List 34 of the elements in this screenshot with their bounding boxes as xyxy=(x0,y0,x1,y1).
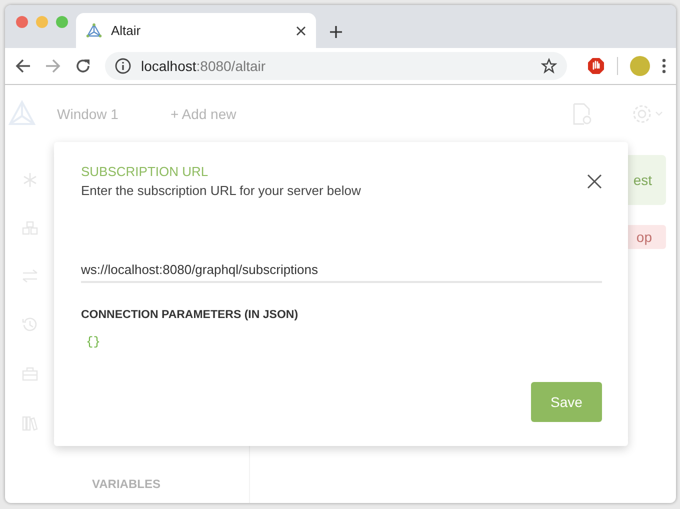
swap-arrows-icon[interactable] xyxy=(22,269,38,283)
close-icon[interactable] xyxy=(296,26,306,36)
reload-button[interactable] xyxy=(75,58,91,74)
settings-icon[interactable] xyxy=(632,104,664,124)
connection-parameters-label: CONNECTION PARAMETERS (IN JSON) xyxy=(81,309,300,321)
browser-tab[interactable]: Altair xyxy=(76,13,316,48)
minimize-window-button[interactable] xyxy=(36,16,48,28)
menu-icon[interactable] xyxy=(662,58,666,74)
address-bar[interactable]: localhost:8080/altair xyxy=(105,52,567,80)
forward-button[interactable] xyxy=(45,58,61,74)
url-field[interactable]: ws://localhost:8080/graphql/subscriptions xyxy=(81,262,602,283)
close-button[interactable] xyxy=(587,174,602,189)
star-icon[interactable] xyxy=(541,58,557,74)
back-button[interactable] xyxy=(15,58,31,74)
dialog-title: SUBSCRIPTION URL xyxy=(81,164,210,179)
briefcase-icon[interactable] xyxy=(22,367,38,381)
info-icon xyxy=(115,58,131,74)
add-new-link[interactable]: + Add new xyxy=(170,106,572,122)
snowflake-icon[interactable] xyxy=(23,173,37,187)
books-icon[interactable] xyxy=(22,415,38,431)
variables-label[interactable]: VARIABLES xyxy=(92,477,249,491)
new-tab-button[interactable] xyxy=(330,26,342,38)
close-window-button[interactable] xyxy=(16,16,28,28)
dialog-description: Enter the subscription URL for your server below xyxy=(81,183,361,198)
maximize-window-button[interactable] xyxy=(56,16,68,28)
stop-hand-icon[interactable] xyxy=(587,57,605,75)
cubes-icon[interactable] xyxy=(22,221,38,235)
json-editor[interactable]: {} xyxy=(86,335,602,349)
window-tab[interactable]: Window 1 xyxy=(57,106,118,122)
save-button[interactable]: Save xyxy=(531,382,602,422)
document-gear-icon[interactable] xyxy=(572,103,592,125)
triangle-logo-icon xyxy=(86,22,102,38)
avatar[interactable] xyxy=(630,56,650,76)
history-icon[interactable] xyxy=(22,317,38,333)
